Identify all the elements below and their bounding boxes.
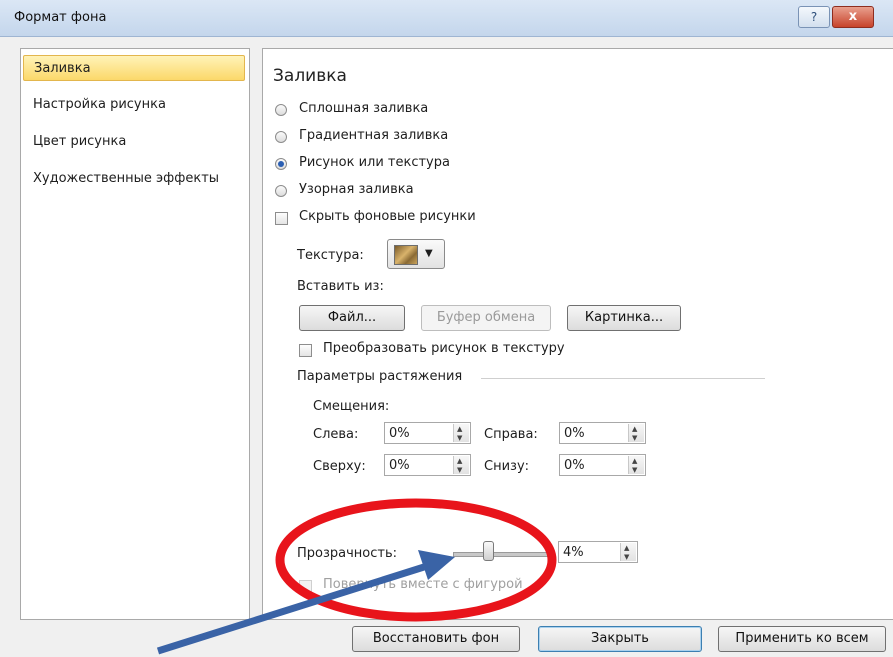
pointer-arrow-icon xyxy=(418,550,455,580)
annotation-overlay xyxy=(156,498,557,655)
